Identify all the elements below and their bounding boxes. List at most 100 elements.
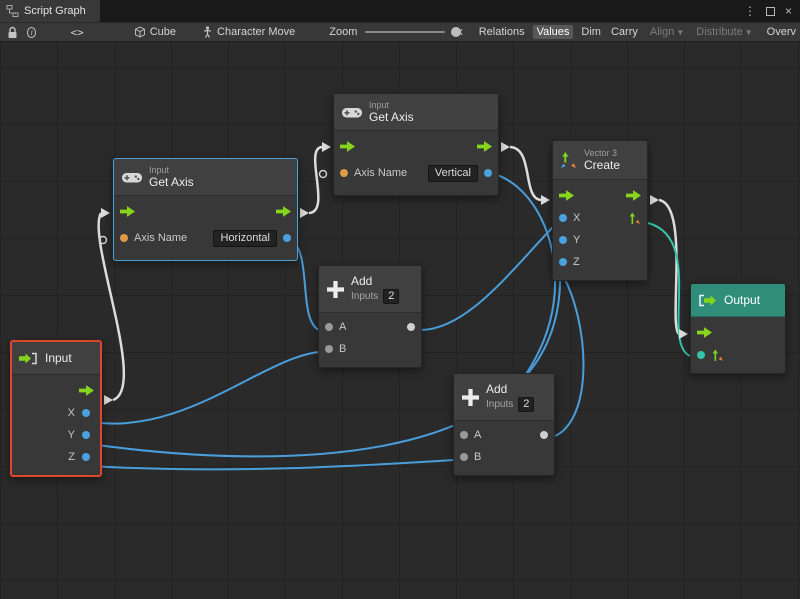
info-icon[interactable]: i — [27, 27, 36, 38]
unconnected-port[interactable] — [320, 171, 327, 178]
relations-toggle[interactable]: Relations — [475, 25, 529, 39]
values-toggle[interactable]: Values — [533, 25, 574, 39]
plus-icon — [327, 281, 344, 298]
vector-type-icon — [711, 349, 724, 362]
gamepad-icon — [122, 171, 142, 184]
float-out-port[interactable] — [283, 234, 291, 242]
param-label: Axis Name — [134, 232, 187, 244]
input-icon — [19, 352, 38, 365]
row-label: X — [573, 212, 580, 224]
node-kind: Input — [149, 165, 194, 175]
flow-out-port[interactable] — [276, 206, 291, 217]
dim-toggle[interactable]: Dim — [577, 25, 605, 39]
zoom-slider[interactable] — [365, 31, 445, 33]
flow-arrowhead — [300, 208, 309, 218]
lock-icon[interactable] — [7, 26, 18, 39]
script-graph-icon — [6, 5, 19, 17]
cube-breadcrumb[interactable]: Cube — [150, 26, 176, 38]
kebab-menu-icon[interactable]: ⋮ — [744, 5, 756, 17]
z-out-port[interactable] — [82, 453, 90, 461]
string-port[interactable] — [340, 169, 348, 177]
row-label: A — [339, 321, 346, 333]
zoom-label: Zoom — [329, 26, 357, 38]
string-port[interactable] — [120, 234, 128, 242]
node-kind: Input — [369, 100, 414, 110]
flow-out-port[interactable] — [477, 141, 492, 152]
row-label: Y — [573, 234, 580, 246]
inputs-label: Inputs — [486, 399, 513, 410]
distribute-dropdown[interactable]: Distribute▼ — [692, 25, 756, 39]
sum-out-port[interactable] — [407, 323, 415, 331]
overview-button[interactable]: Overv — [763, 25, 800, 39]
wire-add1-to-vector3-x[interactable] — [418, 224, 556, 330]
operand-a-port[interactable] — [460, 431, 468, 439]
tab-label: Script Graph — [24, 5, 86, 17]
y-out-port[interactable] — [82, 431, 90, 439]
row-label: B — [474, 451, 481, 463]
y-port[interactable] — [559, 236, 567, 244]
wire-flow-vector3-to-output[interactable] — [659, 200, 679, 334]
node-vector3-create[interactable]: Vector 3 Create X — [552, 140, 648, 281]
inputs-label: Inputs — [351, 291, 378, 302]
flow-in-port[interactable] — [559, 190, 574, 201]
node-title: Add — [486, 382, 534, 396]
param-label: Axis Name — [354, 167, 407, 179]
flow-out-port[interactable] — [626, 190, 641, 201]
node-add-2[interactable]: Add Inputs 2 A B — [453, 373, 555, 476]
titlebar: Script Graph ⋮ × — [0, 0, 800, 22]
operand-a-port[interactable] — [325, 323, 333, 331]
axis-name-field[interactable]: Vertical — [428, 165, 478, 182]
node-output[interactable]: Output — [690, 283, 786, 374]
graph-toolbar: i <> Cube Character Move Zoom 1x Relatio… — [0, 22, 800, 42]
flow-arrowhead — [650, 195, 659, 205]
chevron-down-icon: ▼ — [745, 28, 753, 37]
flow-arrowhead — [501, 142, 510, 152]
inputs-count-field[interactable]: 2 — [383, 289, 399, 304]
tab-script-graph[interactable]: Script Graph — [0, 0, 100, 22]
flow-arrowhead — [322, 142, 331, 152]
flow-in-port[interactable] — [340, 141, 355, 152]
wire-flow-getaxis-h-to-v[interactable] — [309, 147, 322, 213]
inputs-count-field[interactable]: 2 — [518, 397, 534, 412]
float-out-port[interactable] — [484, 169, 492, 177]
vector-out-port[interactable] — [628, 212, 641, 225]
gamepad-icon — [342, 106, 362, 119]
plus-icon — [462, 389, 479, 406]
node-get-axis-horizontal[interactable]: Input Get Axis Axis Name Horizontal — [113, 158, 298, 261]
sum-out-port[interactable] — [540, 431, 548, 439]
node-add-1[interactable]: Add Inputs 2 A B — [318, 265, 422, 368]
output-icon — [698, 294, 717, 307]
maximize-icon[interactable] — [766, 7, 775, 16]
vector3-icon — [560, 152, 577, 169]
vector-in-port[interactable] — [697, 351, 705, 359]
node-title: Input — [45, 351, 72, 365]
flow-in-port[interactable] — [697, 327, 712, 338]
close-icon[interactable]: × — [785, 5, 792, 17]
axis-name-field[interactable]: Horizontal — [213, 230, 277, 247]
x-out-port[interactable] — [82, 409, 90, 417]
code-view-icon[interactable]: <> — [70, 26, 83, 39]
character-move-breadcrumb[interactable]: Character Move — [217, 26, 295, 38]
wire-flow-getaxis-v-to-vector3[interactable] — [510, 147, 541, 200]
node-get-axis-vertical[interactable]: Input Get Axis Axis Name Vertical — [333, 93, 499, 196]
align-dropdown[interactable]: Align▼ — [646, 25, 688, 39]
node-input[interactable]: Input X Y Z — [10, 340, 102, 477]
node-kind: Vector 3 — [584, 148, 620, 158]
row-label: Z — [573, 256, 580, 268]
x-port[interactable] — [559, 214, 567, 222]
unconnected-port[interactable] — [100, 237, 107, 244]
flow-in-port[interactable] — [120, 206, 135, 217]
operand-b-port[interactable] — [325, 345, 333, 353]
flow-out-port[interactable] — [79, 385, 94, 396]
operand-b-port[interactable] — [460, 453, 468, 461]
flow-arrowhead — [541, 195, 550, 205]
graph-canvas[interactable]: Input Get Axis Axis Name Vertical — [0, 42, 800, 599]
z-port[interactable] — [559, 258, 567, 266]
wire-input-x-to-add1-b[interactable] — [90, 352, 319, 424]
carry-toggle[interactable]: Carry — [607, 25, 642, 39]
node-title: Create — [584, 158, 620, 172]
wire-vector3-value-to-output[interactable] — [648, 223, 690, 356]
wire-input-z-to-add2-b[interactable] — [90, 460, 454, 469]
script-graph-window: Script Graph ⋮ × i <> Cube Character Mov… — [0, 0, 800, 599]
character-move-icon — [202, 26, 213, 38]
